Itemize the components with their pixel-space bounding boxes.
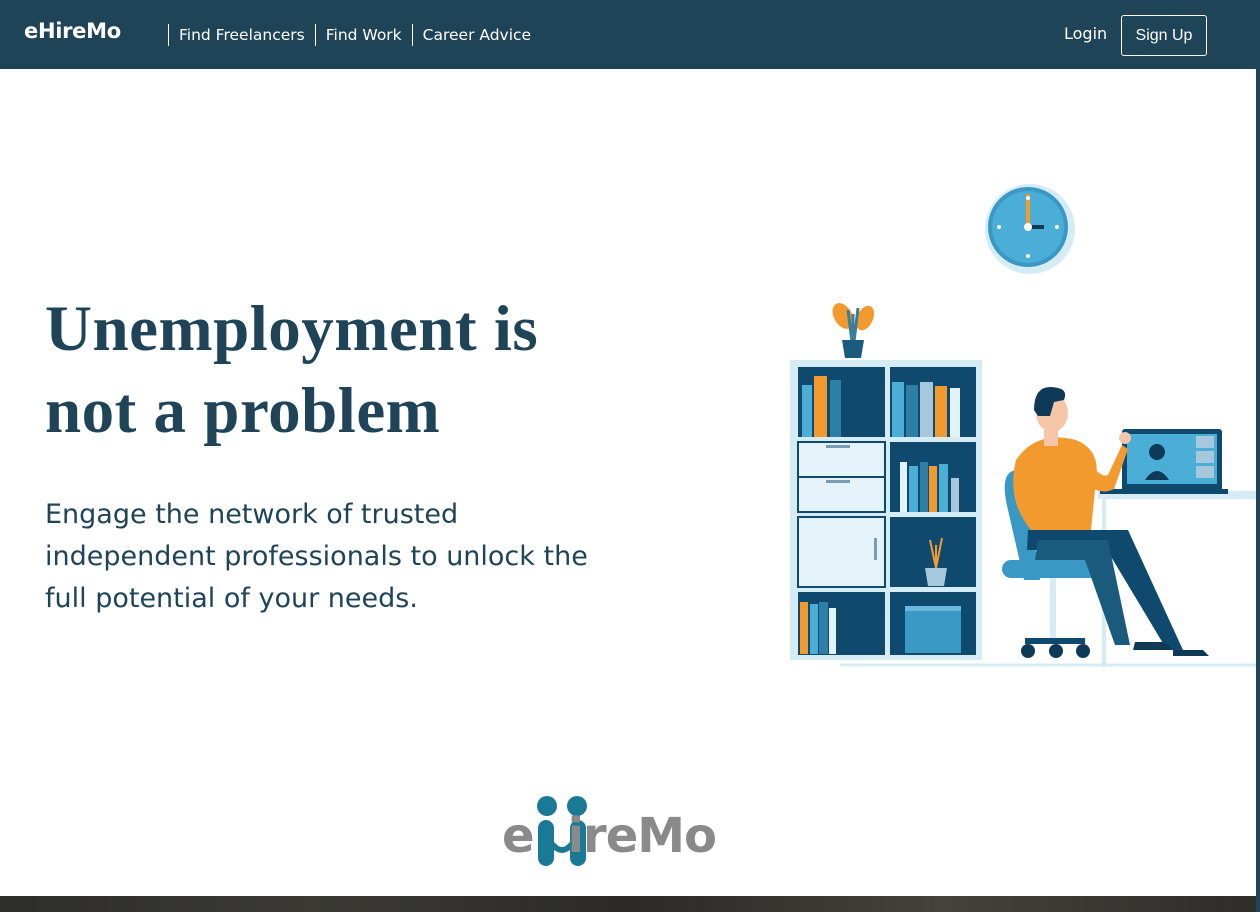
page-scrollbar[interactable] (1256, 0, 1260, 912)
footer-logo-e: e (502, 808, 535, 864)
hero-headline: Unemployment is not a problem (45, 288, 645, 452)
footer-logo-text: e ireMo (502, 808, 717, 864)
nav-link-career-advice[interactable]: Career Advice (411, 24, 541, 46)
signup-button[interactable]: Sign Up (1121, 15, 1207, 56)
nav-link-find-work[interactable]: Find Work (314, 24, 412, 46)
login-link[interactable]: Login (1064, 24, 1107, 43)
footer-logo-rest: ireMo (567, 808, 717, 864)
hero-headline-line-1: Unemployment is (45, 293, 539, 365)
hero-illustration (790, 184, 1256, 667)
brand-logo[interactable]: eHireMo (24, 19, 121, 43)
hero-headline-line-2: not a problem (45, 375, 441, 447)
clock-icon (985, 184, 1075, 274)
plant-icon (832, 303, 875, 358)
hero-subtext: Engage the network of trusted independen… (45, 499, 588, 614)
top-navbar: eHireMo Find Freelancers Find Work Caree… (0, 0, 1256, 69)
nav-link-find-freelancers[interactable]: Find Freelancers (168, 24, 315, 46)
main-nav: Find Freelancers Find Work Career Advice (168, 23, 541, 47)
next-section-preview (0, 896, 1256, 912)
person-illustration (1013, 386, 1209, 656)
